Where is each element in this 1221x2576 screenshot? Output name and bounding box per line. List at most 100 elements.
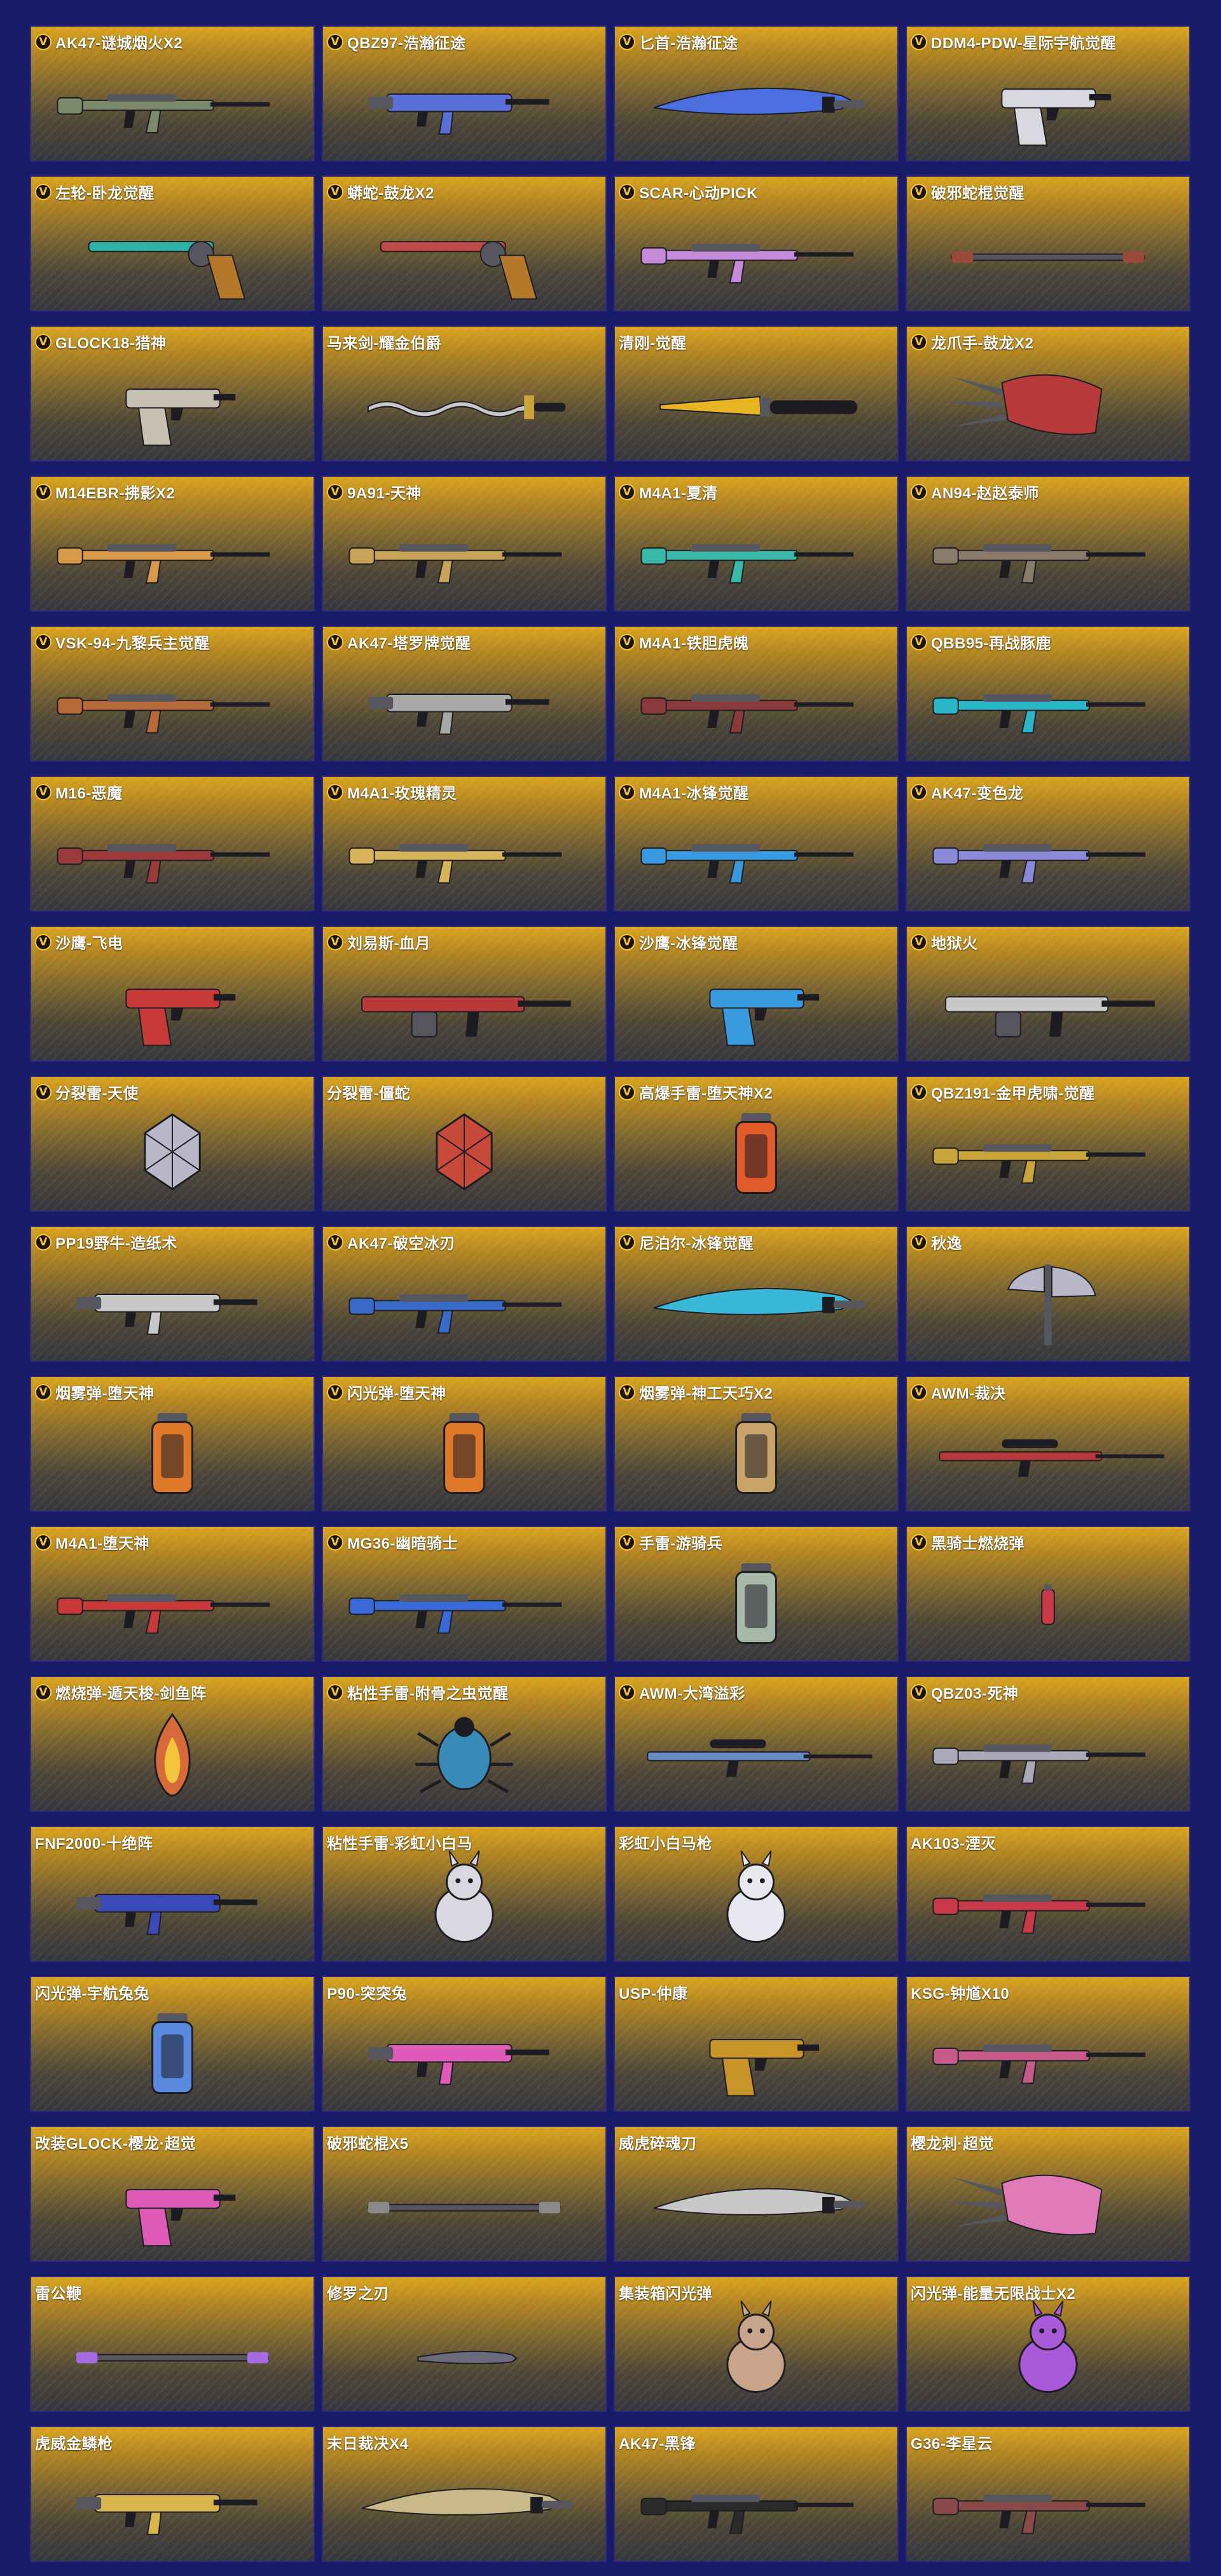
item-card-40[interactable]: V AWM-裁决 [906,1376,1190,1512]
item-card-28[interactable]: V 地狱火 [906,926,1190,1062]
item-card-header: V AK47-破空冰刃 [327,1231,455,1253]
item-card-7[interactable]: V SCAR-心动PICK [614,175,899,312]
item-card-66[interactable]: V末日裁决X4 [322,2426,607,2562]
item-card-41[interactable]: V M4A1-堕天神 [30,1526,315,1662]
item-card-16[interactable]: V AN94-赵赵泰师 [906,476,1190,612]
item-name: 尼泊尔-冰锋觉醒 [639,1235,754,1252]
item-card-58[interactable]: V破邪蛇棍X5 [322,2126,607,2262]
item-card-19[interactable]: V M4A1-铁胆虎魄 [614,626,899,762]
item-card-46[interactable]: V 粘性手雷-附骨之虫觉醒 [322,1676,607,1812]
item-name: 秋逸 [931,1235,962,1252]
item-name: M4A1-铁胆虎魄 [639,635,749,652]
item-name: 手雷-游骑兵 [639,1535,722,1552]
item-card-62[interactable]: V修罗之刃 [322,2276,607,2412]
item-card-header: V集装箱闪光弹 [619,2281,712,2303]
item-card-header: VUSP-仲康 [619,1981,687,2003]
item-card-20[interactable]: V QBB95-再战豚鹿 [906,626,1190,762]
item-card-54[interactable]: VP90-突突兔 [322,1976,607,2112]
v-badge-icon: V [35,333,52,350]
item-card-14[interactable]: V 9A91-天神 [322,476,607,612]
item-card-header: V QBZ97-浩瀚征途 [327,31,466,53]
item-card-8[interactable]: V 破邪蛇棍觉醒 [906,175,1190,312]
item-card-29[interactable]: V 分裂雷-天使 [30,1076,315,1212]
item-card-header: V GLOCK18-猎神 [35,331,166,353]
v-badge-icon: V [619,483,635,500]
item-card-57[interactable]: V改装GLOCK-樱龙·超觉 [30,2126,315,2262]
item-card-26[interactable]: V 刘易斯-血月 [322,926,607,1062]
item-card-55[interactable]: VUSP-仲康 [614,1976,899,2112]
item-card-header: V 高爆手雷-堕天神X2 [619,1081,773,1103]
item-name: 马来剑-耀金伯爵 [327,335,441,352]
item-card-header: V DDM4-PDW-星际宇航觉醒 [911,31,1116,53]
item-card-10[interactable]: V马来剑-耀金伯爵 [322,325,607,462]
item-card-64[interactable]: V闪光弹-能量无限战士X2 [906,2276,1190,2412]
item-card-22[interactable]: V M4A1-玫瑰精灵 [322,776,607,912]
item-card-38[interactable]: V 闪光弹-堕天神 [322,1376,607,1512]
v-badge-icon: V [911,933,927,950]
item-card-68[interactable]: VG36-李星云 [906,2426,1190,2562]
item-card-51[interactable]: V彩虹小白马枪 [614,1826,899,1962]
item-card-36[interactable]: V 秋逸 [906,1226,1190,1362]
item-card-61[interactable]: V雷公鞭 [30,2276,315,2412]
v-badge-icon: V [327,1383,343,1401]
item-card-header: V AK47-塔罗牌觉醒 [327,631,471,653]
item-card-2[interactable]: V QBZ97-浩瀚征途 [322,25,607,161]
item-name: KSG-钟馗X10 [911,1985,1010,2003]
item-card-header: V 沙鹰-冰锋觉醒 [619,931,738,953]
item-card-21[interactable]: V M16-恶魔 [30,776,315,912]
item-name: 匕首-浩瀚征途 [639,35,738,52]
item-card-header: V AWM-大湾溢彩 [619,1681,745,1703]
item-card-52[interactable]: VAK103-湮灭 [906,1826,1190,1962]
item-card-6[interactable]: V 蟒蛇-鼓龙X2 [322,175,607,312]
item-card-67[interactable]: VAK47-黑锋 [614,2426,899,2562]
v-badge-icon: V [911,1683,927,1701]
item-card-30[interactable]: V分裂雷-僵蛇 [322,1076,607,1212]
item-card-header: V 尼泊尔-冰锋觉醒 [619,1231,754,1253]
item-card-9[interactable]: V GLOCK18-猎神 [30,325,315,462]
item-card-15[interactable]: V M4A1-夏清 [614,476,899,612]
item-card-48[interactable]: V QBZ03-死神 [906,1676,1190,1812]
item-card-3[interactable]: V 匕首-浩瀚征途 [614,25,899,161]
item-card-31[interactable]: V 高爆手雷-堕天神X2 [614,1076,899,1212]
item-card-17[interactable]: V VSK-94-九黎兵主觉醒 [30,626,315,762]
item-card-43[interactable]: V 手雷-游骑兵 [614,1526,899,1662]
item-card-24[interactable]: V AK47-变色龙 [906,776,1190,912]
v-badge-icon: V [35,1533,52,1551]
item-card-13[interactable]: V M14EBR-拂影X2 [30,476,315,612]
item-card-60[interactable]: V樱龙刺·超觉 [906,2126,1190,2262]
item-card-1[interactable]: V AK47-谜城烟火X2 [30,25,315,161]
item-card-25[interactable]: V 沙鹰-飞电 [30,926,315,1062]
item-card-32[interactable]: V QBZ191-金甲虎啸-觉醒 [906,1076,1190,1212]
item-card-44[interactable]: V 黑骑士燃烧弹 [906,1526,1190,1662]
item-card-49[interactable]: VFNF2000-十绝阵 [30,1826,315,1962]
item-name: VSK-94-九黎兵主觉醒 [55,635,210,652]
item-card-header: V M4A1-冰锋觉醒 [619,781,749,803]
item-card-4[interactable]: V DDM4-PDW-星际宇航觉醒 [906,25,1190,161]
item-card-65[interactable]: V虎威金鳞枪 [30,2426,315,2562]
item-card-56[interactable]: VKSG-钟馗X10 [906,1976,1190,2112]
item-card-63[interactable]: V集装箱闪光弹 [614,2276,899,2412]
item-card-header: V粘性手雷-彩虹小白马 [327,1831,473,1853]
item-name: M4A1-冰锋觉醒 [639,785,749,802]
item-card-45[interactable]: V 燃烧弹-遁天梭-剑鱼阵 [30,1676,315,1812]
item-card-39[interactable]: V 烟雾弹-神工天巧X2 [614,1376,899,1512]
item-card-53[interactable]: V闪光弹-宇航兔兔 [30,1976,315,2112]
item-card-5[interactable]: V 左轮-卧龙觉醒 [30,175,315,312]
item-card-35[interactable]: V 尼泊尔-冰锋觉醒 [614,1226,899,1362]
item-card-37[interactable]: V 烟雾弹-堕天神 [30,1376,315,1512]
item-card-33[interactable]: V PP19野牛-造纸术 [30,1226,315,1362]
v-badge-icon: V [619,1083,635,1100]
item-card-50[interactable]: V粘性手雷-彩虹小白马 [322,1826,607,1962]
item-card-47[interactable]: V AWM-大湾溢彩 [614,1676,899,1812]
item-card-18[interactable]: V AK47-塔罗牌觉醒 [322,626,607,762]
item-name: 修罗之刃 [327,2285,389,2303]
item-card-34[interactable]: V AK47-破空冰刃 [322,1226,607,1362]
item-card-23[interactable]: V M4A1-冰锋觉醒 [614,776,899,912]
item-card-header: V 烟雾弹-神工天巧X2 [619,1381,773,1403]
item-card-11[interactable]: V清刚-觉醒 [614,325,899,462]
item-card-42[interactable]: V MG36-幽暗骑士 [322,1526,607,1662]
item-card-12[interactable]: V 龙爪手-鼓龙X2 [906,325,1190,462]
v-badge-icon: V [911,183,927,200]
item-card-59[interactable]: V威虎碎魂刀 [614,2126,899,2262]
item-card-27[interactable]: V 沙鹰-冰锋觉醒 [614,926,899,1062]
